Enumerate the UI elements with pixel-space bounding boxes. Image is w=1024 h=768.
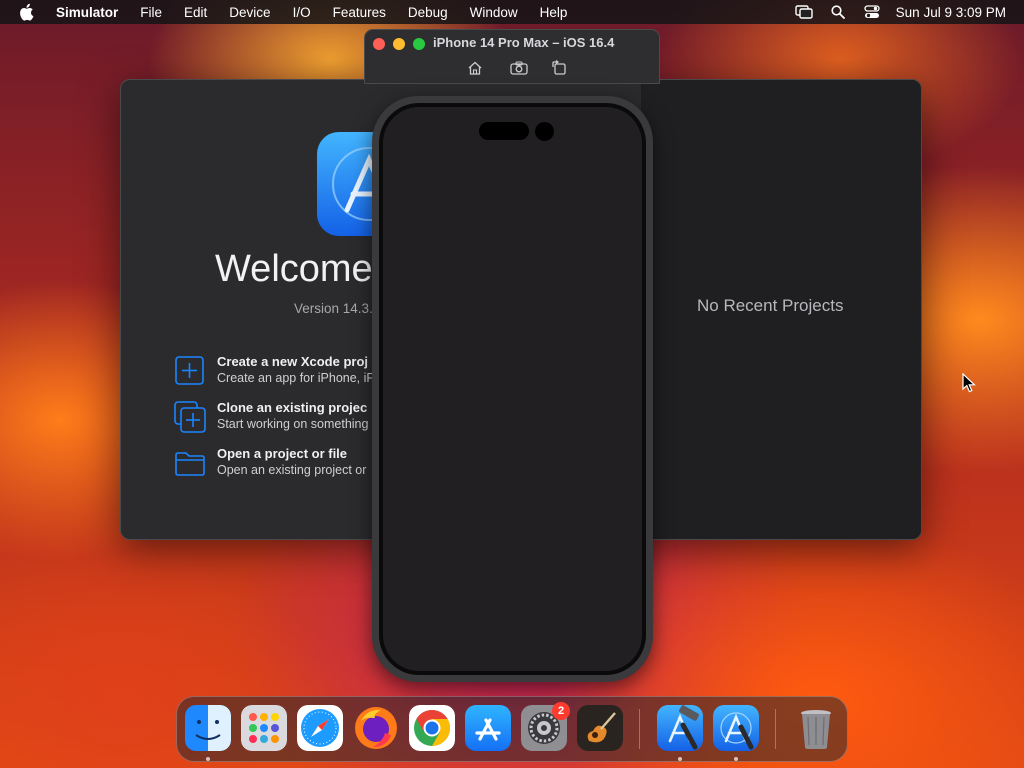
xcode-running-indicator bbox=[678, 757, 682, 761]
folder-icon bbox=[175, 452, 205, 476]
notification-badge: 2 bbox=[552, 702, 570, 720]
finder-running-indicator bbox=[206, 757, 210, 761]
zoom-button[interactable] bbox=[413, 38, 425, 50]
clone-plus-icon bbox=[174, 401, 206, 433]
menu-bar: Simulator File Edit Device I/O Features … bbox=[0, 0, 1024, 24]
front-camera bbox=[535, 122, 554, 141]
menu-debug[interactable]: Debug bbox=[408, 5, 448, 20]
rotate-icon[interactable] bbox=[549, 58, 569, 78]
menu-features[interactable]: Features bbox=[333, 5, 386, 20]
welcome-title: Welcome bbox=[215, 248, 373, 290]
menu-edit[interactable]: Edit bbox=[184, 5, 207, 20]
home-icon[interactable] bbox=[465, 58, 485, 78]
control-center-icon[interactable] bbox=[862, 2, 882, 22]
spotlight-search-icon[interactable] bbox=[828, 2, 848, 22]
clone-project-subtitle: Start working on something bbox=[217, 417, 369, 431]
simulator-window-title: iPhone 14 Pro Max – iOS 16.4 bbox=[433, 35, 615, 50]
simulator-running-indicator bbox=[734, 757, 738, 761]
close-button[interactable] bbox=[373, 38, 385, 50]
dock bbox=[176, 696, 848, 762]
iphone-screen[interactable] bbox=[383, 107, 642, 671]
chrome-icon[interactable] bbox=[409, 705, 455, 751]
trash-icon[interactable] bbox=[793, 705, 839, 751]
clone-project-title: Clone an existing projec bbox=[217, 400, 368, 415]
menu-device[interactable]: Device bbox=[229, 5, 270, 20]
screen-mirroring-icon[interactable] bbox=[794, 2, 814, 22]
menu-window[interactable]: Window bbox=[470, 5, 518, 20]
plus-square-icon bbox=[175, 356, 204, 385]
safari-icon[interactable] bbox=[297, 705, 343, 751]
menu-file[interactable]: File bbox=[140, 5, 162, 20]
dock-separator bbox=[639, 709, 640, 749]
apple-menu-icon[interactable] bbox=[18, 0, 40, 24]
firefox-icon[interactable] bbox=[353, 705, 399, 751]
minimize-button[interactable] bbox=[393, 38, 405, 50]
screenshot-icon[interactable] bbox=[509, 58, 529, 78]
create-new-project-subtitle: Create an app for iPhone, iP bbox=[217, 371, 375, 385]
launchpad-icon[interactable] bbox=[241, 705, 287, 751]
garageband-icon[interactable] bbox=[577, 705, 623, 751]
menu-help[interactable]: Help bbox=[540, 5, 568, 20]
dock-separator bbox=[775, 709, 776, 749]
simulator-icon[interactable] bbox=[713, 705, 759, 751]
menu-app-name[interactable]: Simulator bbox=[56, 5, 118, 20]
iphone-bezel bbox=[379, 103, 646, 675]
iphone-device-frame bbox=[372, 96, 653, 682]
no-recent-projects-label: No Recent Projects bbox=[697, 296, 844, 315]
open-project-subtitle: Open an existing project or bbox=[217, 463, 367, 477]
create-new-project-title: Create a new Xcode proj bbox=[217, 354, 368, 369]
finder-icon[interactable] bbox=[185, 705, 231, 751]
open-project-title: Open a project or file bbox=[217, 446, 348, 461]
xcode-version: Version 14.3. bbox=[294, 301, 373, 316]
mouse-cursor-icon bbox=[962, 373, 976, 393]
menu-clock[interactable]: Sun Jul 9 3:09 PM bbox=[896, 5, 1006, 20]
app-store-icon[interactable] bbox=[465, 705, 511, 751]
xcode-icon[interactable] bbox=[657, 705, 703, 751]
dynamic-island bbox=[479, 122, 529, 140]
simulator-title-bar[interactable]: iPhone 14 Pro Max – iOS 16.4 bbox=[364, 29, 660, 84]
menu-io[interactable]: I/O bbox=[293, 5, 311, 20]
